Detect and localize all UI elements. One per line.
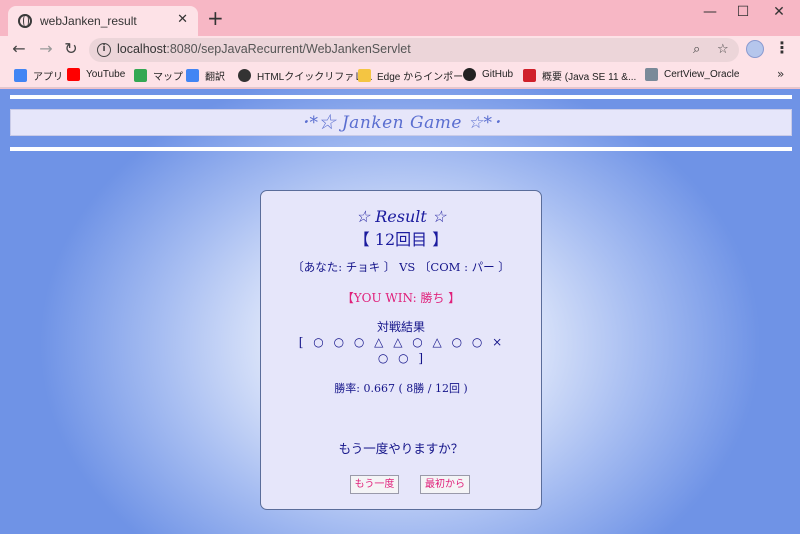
bookmark-label: 翻訳 [205, 72, 225, 83]
close-window-button[interactable]: ✕ [764, 4, 794, 20]
play-again-question: もう一度やりますか？ [338, 441, 464, 456]
profile-avatar[interactable] [746, 40, 764, 58]
bookmarks-more-icon[interactable]: » [777, 67, 784, 81]
active-tab[interactable]: webJanken_result ✕ [8, 6, 198, 36]
star-icon[interactable]: ☆ [717, 42, 729, 57]
banner-title: ･*☆ Janken Game ☆*･ [300, 113, 502, 133]
back-button[interactable]: ← [8, 39, 30, 58]
bookmark-item[interactable]: CertView_Oracle [645, 68, 739, 81]
bookmark-label: GitHub [482, 69, 514, 80]
bookmark-label: マップ [153, 72, 183, 83]
history-record: [ ○ ○ ○ △ △ ○ △ ○ ○ × ○ ○ ] [298, 335, 506, 365]
bookmark-item[interactable]: 概要 (Java SE 11 &... [523, 68, 636, 83]
folder-icon [358, 69, 371, 82]
github-icon [463, 68, 476, 81]
matchup-text: 〔あなた: チョキ 〕 VS 〔COM : パー 〕 [292, 260, 510, 274]
title-bar: webJanken_result ✕ + — ☐ ✕ [0, 0, 800, 36]
translate-icon [186, 69, 199, 82]
close-tab-icon[interactable]: ✕ [177, 12, 188, 27]
minimize-button[interactable]: — [695, 4, 725, 20]
bookmark-label: Edge からインポート [377, 72, 474, 83]
globe-icon [18, 14, 32, 28]
bookmark-item[interactable]: YouTube [67, 68, 125, 81]
play-again-button[interactable]: もう一度 [350, 475, 399, 494]
site-info-icon[interactable]: i [97, 43, 111, 57]
oracle-icon [523, 69, 536, 82]
bookmark-item[interactable]: マップ [134, 68, 183, 83]
tab-title: webJanken_result [40, 14, 137, 28]
bookmark-label: YouTube [86, 69, 126, 80]
bookmark-item[interactable]: HTMLクイックリファレ... [238, 68, 373, 83]
forward-button[interactable]: → [35, 39, 57, 58]
bookmark-label: アプリ [33, 72, 63, 83]
bookmark-item[interactable]: Edge からインポート [358, 68, 473, 83]
maximize-button[interactable]: ☐ [728, 4, 758, 20]
apps-grid-icon [14, 69, 27, 82]
zoom-icon[interactable]: ⌕ [693, 42, 700, 57]
page-content: ･*☆ Janken Game ☆*･ ☆ Result ☆ 【 12回目 】 … [0, 89, 800, 534]
menu-icon[interactable]: ⋮ [774, 38, 790, 57]
result-title: ☆ Result ☆ [355, 207, 447, 226]
result-panel: ☆ Result ☆ 【 12回目 】 〔あなた: チョキ 〕 VS 〔COM … [260, 190, 542, 510]
bookmark-label: 概要 (Java SE 11 &... [542, 72, 637, 83]
bookmark-label: HTMLクイックリファレ... [257, 72, 373, 83]
win-rate: 勝率: 0.667 ( 8勝 / 12回 ) [334, 382, 468, 395]
restart-button[interactable]: 最初から [420, 475, 470, 494]
certview-icon [645, 68, 658, 81]
bookmark-item[interactable]: GitHub [463, 68, 513, 81]
game-banner: ･*☆ Janken Game ☆*･ [10, 109, 792, 136]
bottom-divider [10, 147, 792, 151]
globe-icon [238, 69, 251, 82]
url-text[interactable]: localhost:8080/sepJavaRecurrent/WebJanke… [117, 42, 411, 56]
toolbar: ← → ↻ i localhost:8080/sepJavaRecurrent/… [0, 36, 800, 64]
bookmark-item[interactable]: 翻訳 [186, 68, 225, 83]
round-number: 【 12回目 】 [353, 230, 449, 249]
bookmark-label: CertView_Oracle [664, 69, 740, 80]
bookmark-item[interactable]: アプリ [14, 68, 63, 83]
maps-icon [134, 69, 147, 82]
top-divider [10, 95, 792, 99]
reload-button[interactable]: ↻ [60, 39, 82, 58]
youtube-icon [67, 68, 80, 81]
address-bar[interactable]: i localhost:8080/sepJavaRecurrent/WebJan… [89, 38, 739, 62]
new-tab-button[interactable]: + [207, 8, 224, 28]
bookmarks-bar: » アプリ YouTube マップ 翻訳 HTMLクイックリファレ... Edge からイ… [0, 64, 800, 88]
win-message: 【YOU WIN: 勝ち 】 [341, 291, 461, 305]
history-label: 対戦結果 [376, 320, 425, 334]
